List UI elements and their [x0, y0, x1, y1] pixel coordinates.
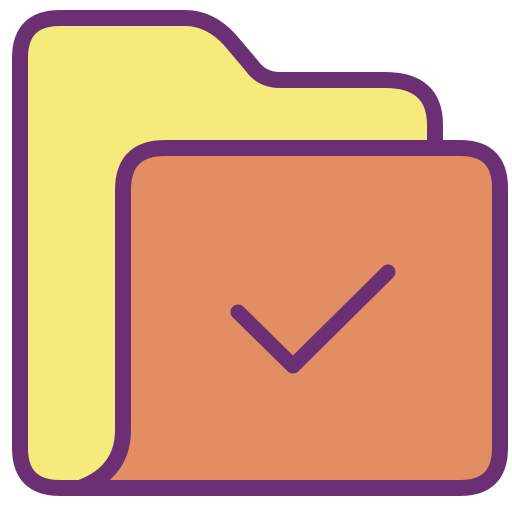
front-folder-shape: [72, 140, 508, 496]
icon-canvas: [0, 0, 512, 512]
folder-check-icon: [12, 10, 508, 496]
